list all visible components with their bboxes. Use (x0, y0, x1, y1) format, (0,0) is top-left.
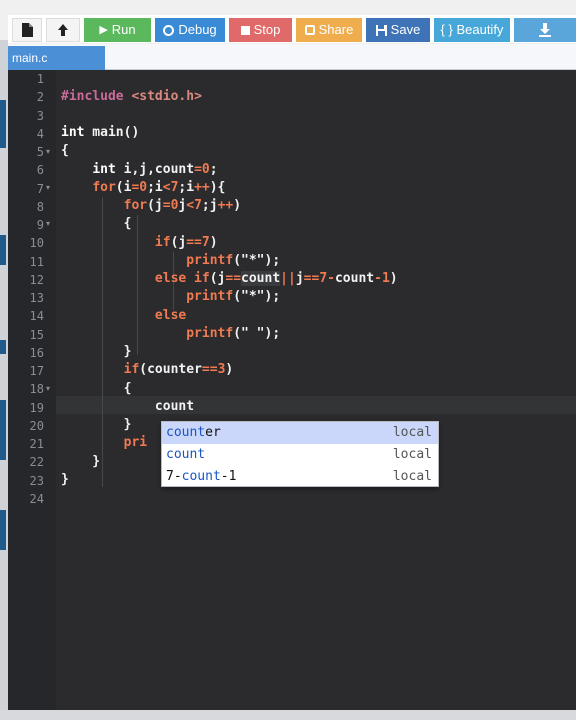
line-number: 7 (36, 181, 44, 196)
line-number: 3 (36, 108, 44, 123)
code-editor[interactable]: 1 2 3 4 5 6 7 8 9 10 11 12 13 14 15 16 17 18 19 20 21 22 23 24 … (8, 70, 576, 710)
line-number: 23 (29, 473, 44, 488)
debug-icon (163, 24, 175, 36)
code-line-4: int main() (61, 125, 140, 140)
run-label: Run (111, 22, 136, 37)
code-line-21: pri (123, 435, 148, 450)
line-number: 15 (29, 327, 44, 342)
save-label: Save (390, 22, 421, 37)
line-number: 18 (29, 382, 44, 397)
beautify-label: { } Beautify (440, 22, 504, 37)
file-tab-bar: main.c (8, 44, 576, 70)
line-number: 22 (29, 455, 44, 470)
code-line-9: { (61, 216, 132, 231)
code-line-22: } (61, 454, 101, 469)
line-number: 4 (36, 126, 44, 141)
code-line-16: } (61, 344, 132, 359)
fold-marker-icon[interactable]: ▾ (46, 143, 50, 161)
code-line-19: count (61, 398, 194, 416)
code-line-5: { (61, 143, 69, 158)
line-number: 14 (29, 309, 44, 324)
share-icon (304, 25, 315, 35)
run-button[interactable]: ▶ Run (84, 18, 151, 42)
left-edge-strip (0, 40, 8, 712)
download-icon (539, 23, 551, 37)
debug-button[interactable]: Debug (155, 18, 225, 42)
bottom-border (0, 710, 576, 720)
code-line-23: } (61, 472, 69, 487)
line-number: 16 (29, 345, 44, 360)
floppy-icon (375, 24, 387, 36)
autocomplete-item-meta: local (392, 469, 432, 484)
beautify-button[interactable]: { } Beautify (434, 18, 510, 42)
line-number: 9 (36, 218, 44, 232)
toolbar: ▶ Run Debug Stop Share Save { } Beautify (8, 15, 576, 43)
line-number: 12 (29, 272, 44, 287)
code-line-11: printf("*"); (186, 253, 281, 268)
autocomplete-item-meta: local (392, 447, 432, 462)
autocomplete-item[interactable]: count local (162, 444, 438, 466)
line-number: 21 (29, 437, 44, 451)
fold-marker-icon[interactable]: ▾ (46, 380, 50, 398)
fold-marker-icon[interactable]: ▾ (46, 215, 50, 233)
line-number: 19 (29, 400, 44, 415)
fold-marker-icon[interactable]: ▾ (46, 179, 50, 197)
stop-button[interactable]: Stop (229, 18, 292, 42)
share-label: Share (318, 22, 354, 37)
save-button[interactable]: Save (366, 18, 430, 42)
play-icon: ▶ (99, 24, 108, 36)
line-number: 6 (36, 163, 44, 178)
code-line-15: printf(" "); (186, 326, 281, 341)
line-number: 24 (29, 491, 44, 506)
code-line-13: printf("*"); (186, 289, 281, 304)
code-line-20: } (61, 417, 132, 432)
debug-label: Debug (178, 22, 217, 37)
code-line-7: for(i=0;i<7;i++){ (92, 180, 226, 195)
upload-icon (58, 24, 68, 36)
code-line-12: else if(j==count||j==7-count-1) (154, 271, 398, 286)
code-line-18: { (61, 381, 132, 396)
autocomplete-item[interactable]: 7-count-1 local (162, 466, 438, 488)
code-line-2: #include <stdio.h> (61, 89, 202, 104)
code-line-10: if(j==7) (154, 235, 218, 250)
code-line-17: if(counter==3) (123, 362, 234, 377)
typed-word: count (154, 399, 195, 414)
stop-icon (240, 25, 250, 35)
code-line-8: for(j=0j<7;j++) (123, 198, 242, 213)
file-icon (22, 23, 33, 37)
tab-main-c[interactable]: main.c (8, 46, 105, 70)
stop-label: Stop (253, 22, 281, 37)
download-button[interactable] (514, 18, 576, 42)
autocomplete-item-meta: local (392, 425, 432, 440)
new-file-button[interactable] (12, 18, 42, 42)
line-number: 13 (29, 291, 44, 305)
share-button[interactable]: Share (296, 18, 362, 42)
code-line-6: int i,j,count=0; (92, 162, 218, 177)
line-number: 8 (36, 199, 44, 214)
line-number: 11 (29, 254, 44, 269)
autocomplete-popup: counter local count local 7-count-1 loca… (161, 421, 439, 487)
line-number: 2 (36, 90, 44, 105)
line-number: 17 (29, 364, 44, 378)
line-number: 5 (36, 145, 44, 159)
autocomplete-item[interactable]: counter local (162, 422, 438, 444)
line-number: 1 (36, 72, 44, 86)
line-number: 20 (29, 418, 44, 433)
upload-button[interactable] (46, 18, 80, 42)
code-line-14: else (154, 308, 187, 323)
line-number: 10 (29, 236, 44, 251)
